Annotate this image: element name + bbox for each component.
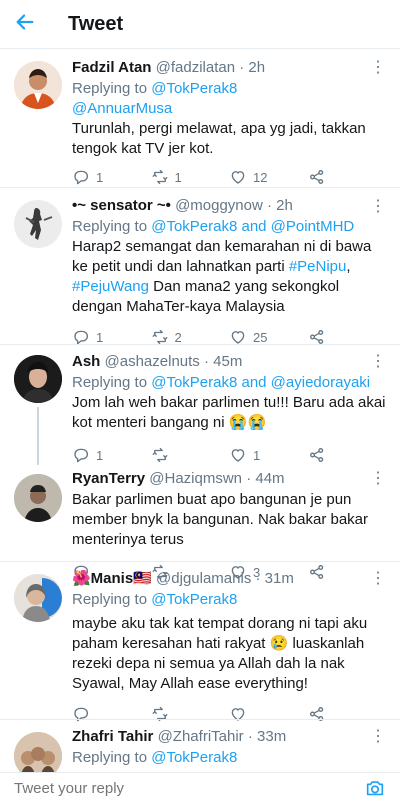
timestamp: · 45m: [203, 353, 243, 370]
retweet-button[interactable]: 1: [151, 168, 230, 186]
tweet-header: 🌺Manis🇲🇾 @djgulamanis · 31m: [72, 570, 386, 588]
like-button[interactable]: 12: [229, 168, 308, 186]
author-name[interactable]: RyanTerry: [72, 470, 145, 487]
tweet-text: @AnnuarMusa Turunlah, pergi melawat, apa …: [72, 99, 386, 159]
more-options-icon[interactable]: ⋮: [370, 468, 386, 488]
replying-to: Replying to @TokPerak8: [72, 590, 386, 610]
avatar[interactable]: [14, 200, 62, 248]
avatar[interactable]: [14, 574, 62, 622]
tweet-actions: 1 1 12: [72, 167, 386, 187]
retweet-icon: [151, 168, 169, 186]
replying-label: Replying to: [72, 80, 152, 97]
author-handle: @djgulamanis: [156, 570, 252, 587]
author-handle: @ashazelnuts: [104, 353, 200, 370]
reply-tweet[interactable]: Fadzil Atan @fadzilatan · 2h Replying to…: [0, 49, 400, 187]
mention-link[interactable]: @TokPerak8: [151, 80, 237, 97]
author-handle: @Haziqmswn: [149, 470, 243, 487]
timestamp: · 33m: [247, 728, 287, 745]
reply-count: 1: [96, 169, 104, 185]
author-name[interactable]: Fadzil Atan: [72, 59, 151, 76]
tweet-text: Harap2 semangat dan kemarahan ni di bawa…: [72, 237, 386, 317]
avatar[interactable]: [14, 474, 62, 522]
mention-link[interactable]: @TokPerak8 and @PointMHD: [151, 218, 354, 235]
like-count: 25: [253, 329, 268, 345]
tweet-header: RyanTerry @Haziqmswn · 44m: [72, 470, 386, 488]
tweet-header: Fadzil Atan @fadzilatan · 2h: [72, 59, 386, 77]
more-options-icon[interactable]: ⋮: [370, 726, 386, 746]
replying-label: Replying to: [72, 591, 152, 608]
mention-link[interactable]: @AnnuarMusa: [72, 100, 172, 117]
reply-tweet[interactable]: Zhafri Tahir @ZhafriTahir · 33m Replying…: [0, 720, 400, 772]
hashtag-link[interactable]: #PejuWang: [72, 278, 149, 295]
tweet-header: Ash @ashazelnuts · 45m: [72, 353, 386, 371]
more-options-icon[interactable]: ⋮: [370, 351, 386, 371]
author-name[interactable]: •~ sensator ~•: [72, 197, 171, 214]
author-handle: @moggynow: [175, 197, 263, 214]
reply-count: 1: [96, 329, 104, 345]
timestamp: · 44m: [246, 470, 285, 487]
reply-tweet[interactable]: 🌺Manis🇲🇾 @djgulamanis · 31m Replying to …: [0, 562, 400, 718]
replying-to: Replying to @TokPerak8: [72, 748, 386, 768]
reply-count: 1: [96, 447, 104, 463]
more-options-icon[interactable]: ⋮: [370, 57, 386, 77]
share-button[interactable]: [308, 168, 387, 186]
mention-link[interactable]: @TokPerak8: [151, 749, 237, 766]
avatar[interactable]: [14, 732, 62, 772]
avatar[interactable]: [14, 61, 62, 109]
tweet-text: Jom lah weh bakar parlimen tu!!! Baru ad…: [72, 394, 386, 431]
tweet-header: •~ sensator ~• @moggynow · 2h: [72, 197, 386, 215]
reply-button[interactable]: 1: [72, 168, 151, 186]
reply-input[interactable]: [12, 779, 336, 798]
tweet-header: Zhafri Tahir @ZhafriTahir · 33m: [72, 728, 386, 746]
author-handle: @ZhafriTahir: [157, 728, 244, 745]
mention-link[interactable]: @TokPerak8 and @ayiedorayaki: [151, 374, 370, 391]
replying-label: Replying to: [72, 749, 152, 766]
hashtag-link[interactable]: #PeNipu: [289, 258, 347, 275]
separator: ,: [346, 258, 351, 275]
timestamp: · 2h: [239, 59, 266, 76]
reply-tweet[interactable]: Ash @ashazelnuts · 45m Replying to @TokP…: [0, 345, 400, 460]
replying-to: Replying to @TokPerak8 and @PointMHD: [72, 217, 386, 237]
replying-label: Replying to: [72, 374, 152, 391]
thread-connector: [37, 407, 39, 465]
avatar[interactable]: [14, 355, 62, 403]
tweet-text: maybe aku tak kat tempat dorang ni tapi …: [72, 615, 368, 692]
like-count: 12: [253, 169, 268, 185]
tweet-body: Turunlah, pergi melawat, apa yg jadi, ta…: [72, 120, 366, 157]
reply-tweet[interactable]: RyanTerry @Haziqmswn · 44m Bakar parlime…: [0, 462, 400, 580]
replying-to: Replying to @TokPerak8 and @ayiedorayaki: [72, 373, 386, 393]
camera-icon[interactable]: [364, 777, 386, 804]
author-name[interactable]: Zhafri Tahir: [72, 728, 153, 745]
reply-bar: [0, 772, 400, 805]
more-options-icon[interactable]: ⋮: [370, 568, 386, 588]
timestamp: · 2h: [267, 197, 293, 214]
page-title: Tweet: [68, 12, 124, 35]
author-name[interactable]: Ash: [72, 353, 100, 370]
replying-label: Replying to: [72, 218, 152, 235]
share-icon: [308, 168, 326, 186]
replying-to: Replying to @TokPerak8: [72, 79, 386, 99]
mention-link[interactable]: @TokPerak8: [151, 591, 237, 608]
top-bar: Tweet: [0, 0, 400, 49]
like-count: 1: [253, 447, 261, 463]
timestamp: · 31m: [255, 570, 294, 587]
author-handle: @fadzilatan: [155, 59, 236, 76]
reply-icon: [72, 168, 90, 186]
more-options-icon[interactable]: ⋮: [370, 196, 386, 216]
back-arrow-icon[interactable]: [14, 11, 44, 38]
retweet-count: 2: [174, 329, 182, 345]
retweet-count: 1: [174, 169, 182, 185]
like-icon: [229, 168, 247, 186]
reply-tweet[interactable]: •~ sensator ~• @moggynow · 2h Replying t…: [0, 188, 400, 344]
author-name[interactable]: 🌺Manis🇲🇾: [72, 570, 152, 587]
tweet-text: Bakar parlimen buat apo bangunan je pun …: [72, 491, 369, 548]
